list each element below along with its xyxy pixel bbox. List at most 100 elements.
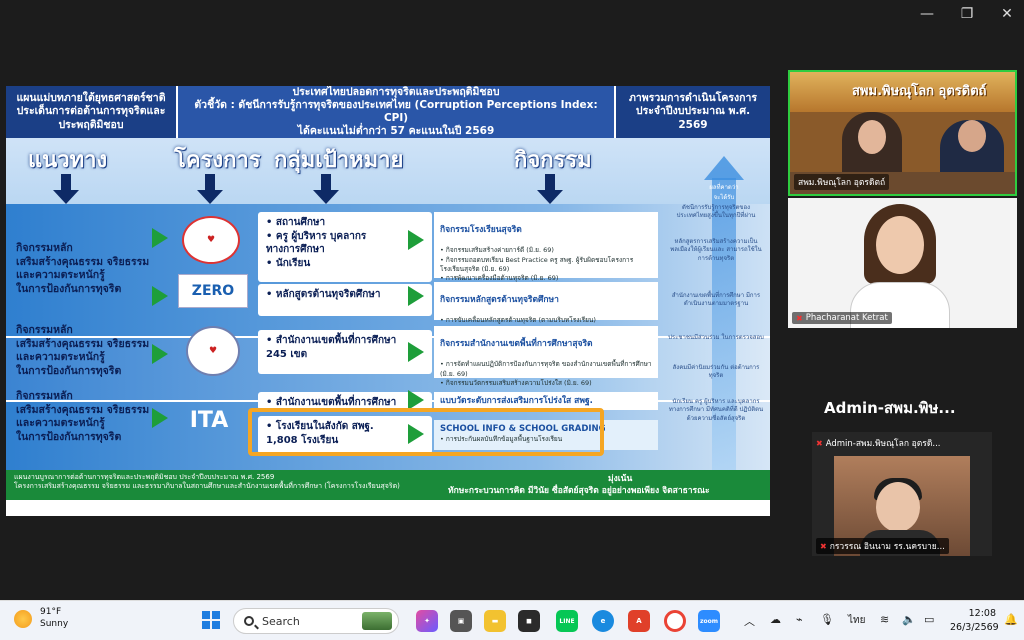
task-view-icon[interactable]: ▣: [450, 610, 472, 632]
cloud-icon[interactable]: ☁: [770, 613, 781, 626]
activity-curriculum: กิจกรรมหลักสูตรต้านทุจริตศึกษา • การขับเ…: [434, 282, 658, 334]
clock[interactable]: 12:08 26/3/2569: [950, 607, 999, 635]
search-highlight-image: [362, 612, 392, 630]
notification-bell-icon[interactable]: 🔔: [1004, 613, 1018, 626]
admin-name-display: Admin-สพม.พิษ...: [824, 399, 956, 417]
slide-bottom-strip: [6, 500, 770, 516]
shared-screen-slide: แผนแม่บทภายใต้ยุทธศาสตร์ชาติ ประเด็นการต…: [6, 86, 770, 516]
slide-top-bar: แผนแม่บทภายใต้ยุทธศาสตร์ชาติ ประเด็นการต…: [6, 86, 770, 138]
close-button[interactable]: ✕: [998, 6, 1016, 22]
participant-name: สพม.พิษณุโลก อุตรดิตถ์: [798, 178, 886, 188]
green-arrow-icon: [152, 344, 168, 364]
heart-circle-logo: ♥: [186, 326, 240, 376]
weather-temp: 91°F: [40, 607, 62, 617]
participant-tile-admin[interactable]: ✖ Admin-สพม.พิษณุโลก อุตรดิ... ✖ กรวรรณ …: [812, 432, 992, 556]
green-arrow-icon: [408, 286, 424, 306]
zero-tolerance-logo: ZERO: [178, 274, 248, 308]
edge-icon[interactable]: e: [592, 610, 614, 632]
participant-name-label: ✖ Phacharanat Ketrat: [792, 312, 892, 324]
zoom-app-icon[interactable]: zoom: [698, 610, 720, 632]
chevron-up-icon[interactable]: ︿: [744, 613, 755, 629]
file-explorer-icon[interactable]: ▬: [484, 610, 506, 632]
participant-name: กรวรรณ อินนาม รร.นครบาย...: [829, 542, 945, 552]
maximize-button[interactable]: ❐: [958, 6, 976, 22]
line-app-icon[interactable]: LINE: [556, 610, 578, 632]
zero-logo-text: ZERO: [191, 283, 235, 299]
main-activity-text: กิจกรรมหลัก เสริมสร้างคุณธรรม จริยธรรม แ…: [16, 242, 150, 295]
clock-date: 26/3/2569: [950, 621, 999, 633]
main-activity-text: กิจกรรมหลัก เสริมสร้างคุณธรรม จริยธรรม แ…: [16, 324, 150, 377]
orange-highlight-box: [248, 408, 604, 456]
outcome-label: ดัชนีการรับรู้การทุจริตของ ประเทศไทยสูงข…: [676, 204, 756, 220]
search-placeholder: Search: [262, 614, 300, 628]
master-plan-cell: แผนแม่บทภายใต้ยุทธศาสตร์ชาติ ประเด็นการต…: [6, 86, 178, 138]
footer-focus-title: มุ่งเน้น: [608, 474, 633, 484]
green-arrow-icon: [408, 390, 424, 410]
window-controls: — ❐ ✕: [918, 6, 1016, 22]
participant-video: [850, 204, 950, 328]
acrobat-icon[interactable]: A: [628, 610, 650, 632]
ita-logo-text: ITA: [189, 407, 229, 433]
admin-name: Admin-สพม.พิษณุโลก อุตรดิ...: [825, 439, 941, 449]
activity-title: กิจกรรมหลักสูตรต้านทุจริตศึกษา: [440, 295, 559, 306]
activity-esa-honest: กิจกรรมสำนักงานเขตพื้นที่การศึกษาสุจริต …: [434, 326, 658, 387]
banner-text: สพม.พิษณุโลก อุตรดิตถ์: [852, 84, 987, 99]
activity-honest-school: กิจกรรมโรงเรียนสุจริต • กิจกรรมเสริมสร้า…: [434, 212, 658, 292]
participant-tile-phacharanat[interactable]: ✖ Phacharanat Ketrat: [788, 198, 1017, 328]
participant-name-label: ✖ กรวรรณ อินนาม รร.นครบาย...: [816, 538, 949, 554]
taskbar: 91°F Sunny Search ✦ ▣ ▬ ◼ LINE e A zoom …: [0, 600, 1024, 640]
outcome-arrow-label: ผลที่คาดว่า จะได้รับ: [709, 184, 739, 201]
admin-name-label: ✖ Admin-สพม.พิษณุโลก อุตรดิ...: [816, 436, 941, 450]
cpi-cell: ประเทศไทยปลอดการทุจริตและประพฤติมิชอบ ตั…: [178, 86, 616, 138]
heading-activity: กิจกรรม: [514, 148, 592, 173]
activity-items: • การจัดทำแผนปฏิบัติการป้องกันการทุจริต …: [440, 360, 652, 387]
mic-icon[interactable]: 🎙: [820, 613, 834, 626]
cpi-target: ได้คะแนนไม่ต่ำกว่า 57 คะแนนในปี 2569: [297, 125, 495, 138]
green-arrow-icon: [152, 408, 168, 428]
green-arrow-icon: [152, 228, 168, 248]
footer-focus: มุ่งเน้น ทักษะกระบวนการคิด มีวินัย ซื่อส…: [448, 474, 710, 498]
heading-target: กลุ่มเป้าหมาย: [274, 148, 404, 173]
windows-start-icon[interactable]: [202, 611, 220, 629]
main-activity-text: กิจกรรมหลัก เสริมสร้างคุณธรรม จริยธรรม แ…: [16, 390, 150, 443]
sun-icon: [14, 609, 32, 628]
outcome-label: หลักสูตรการเสริมสร้างความเป็นพลเมืองให้ผ…: [670, 238, 762, 262]
wifi-icon[interactable]: ≋: [880, 613, 889, 626]
participant-name: Phacharanat Ketrat: [805, 313, 888, 323]
minimize-button[interactable]: —: [918, 6, 936, 22]
outcome-label: สำนักงานเขตพื้นที่การศึกษา มีการดำเนินงา…: [671, 292, 761, 308]
target-curriculum: • หลักสูตรต้านทุจริตศึกษา: [258, 284, 432, 316]
mic-muted-icon: ✖: [816, 438, 823, 448]
participant-name-label: สพม.พิษณุโลก อุตรดิตถ์: [794, 174, 890, 190]
green-arrow-icon: [408, 342, 424, 362]
mic-muted-icon: ✖: [820, 541, 827, 551]
activity-title: กิจกรรมสำนักงานเขตพื้นที่การศึกษาสุจริต: [440, 339, 593, 350]
language-indicator[interactable]: ไทย: [848, 613, 865, 628]
weather-widget[interactable]: 91°F Sunny: [14, 607, 68, 630]
weather-condition: Sunny: [40, 618, 69, 629]
mic-muted-icon: ✖: [796, 313, 803, 323]
outcome-label: สังคมมีค่านิยมร่วมกัน ต่อต้านการทุจริต: [672, 364, 760, 380]
slide-footer: แผนงานบูรณาการต่อต้านการทุจริตและประพฤติ…: [6, 470, 770, 500]
taskbar-search[interactable]: Search: [233, 608, 399, 634]
wifi-display-icon[interactable]: ⌁: [796, 613, 803, 626]
target-schools: • สถานศึกษา • ครู ผู้บริหาร บุคลากร ทางก…: [258, 212, 432, 282]
battery-icon[interactable]: ▭: [924, 613, 934, 626]
outcome-label: ประชาชนมีส่วนร่วม ในการตรวจสอบ: [668, 334, 764, 341]
copilot-icon[interactable]: ✦: [416, 610, 438, 632]
target-esa: • สำนักงานเขตพื้นที่การศึกษา 245 เขต: [258, 330, 432, 374]
heading-project: โครงการ: [174, 148, 261, 173]
heart-logo: ♥: [182, 216, 240, 264]
cpi-title: ประเทศไทยปลอดการทุจริตและประพฤติมิชอบ: [292, 86, 500, 98]
ita-logo: ITA: [174, 404, 244, 436]
chrome-icon[interactable]: [664, 610, 686, 632]
footer-focus-text: ทักษะกระบวนการคิด มีวินัย ซื่อสัตย์สุจริ…: [448, 485, 710, 496]
green-arrow-icon: [152, 286, 168, 306]
participant-tile-spm[interactable]: สพม.พิษณุโลก อุตรดิตถ์ สพม.พิษณุโลก อุตร…: [788, 70, 1017, 196]
heading-approach: แนวทาง: [28, 148, 108, 173]
store-icon[interactable]: ◼: [518, 610, 540, 632]
outcome-label: นักเรียน ครู ผู้บริหาร และบุคลากรทางการศ…: [668, 398, 764, 422]
overview-cell: ภาพรวมการดำเนินโครงการ ประจำปีงบประมาณ พ…: [628, 92, 758, 131]
speaker-icon[interactable]: 🔈: [902, 613, 916, 626]
activity-title: แบบวัดระดับการส่งเสริมการโปร่งใส สพฐ.: [440, 396, 593, 406]
